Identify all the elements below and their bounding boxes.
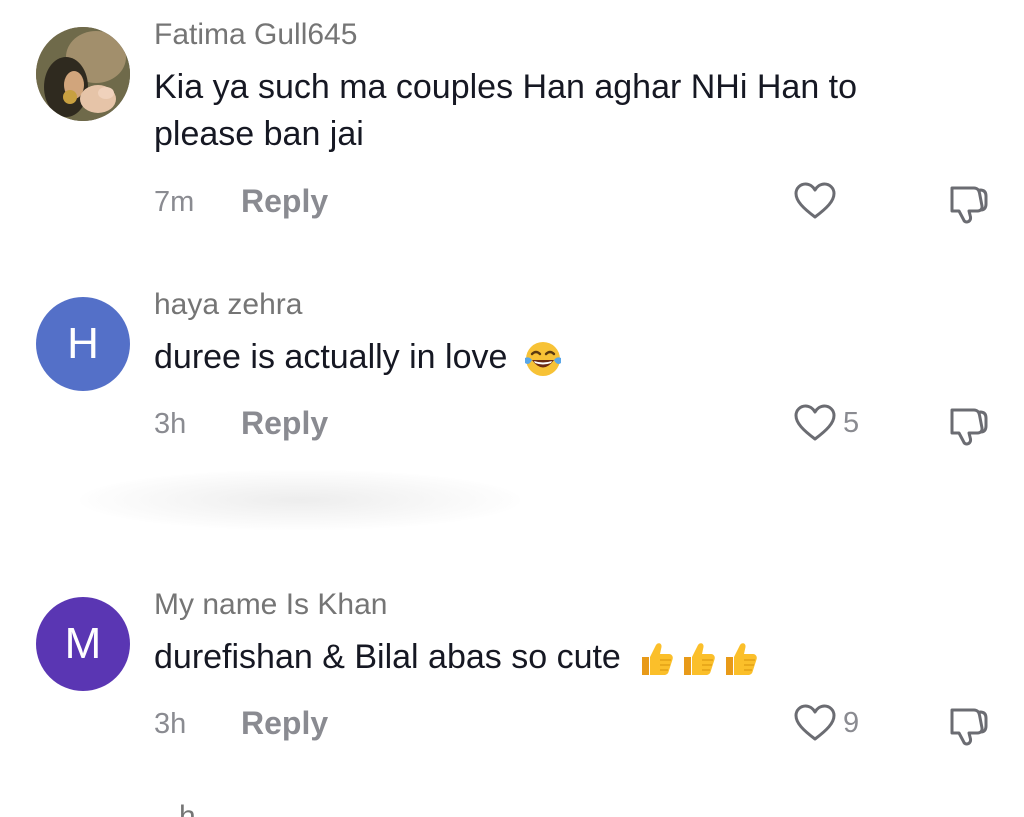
partial-next-username: ...h... [154,800,221,817]
face-with-tears-of-joy-icon [523,339,563,379]
like-button[interactable]: 5 [793,403,859,443]
thumbs-up-icon [636,639,676,679]
blurred-area [80,470,520,530]
thumbs-down-outline-icon [950,708,988,746]
avatar[interactable] [36,27,130,121]
heart-outline-icon [794,182,836,219]
dislike-button[interactable] [944,180,990,226]
thumbs-up-icon [720,639,760,679]
comment-username[interactable]: haya zehra [154,288,302,322]
comment-username[interactable]: Fatima Gull645 [154,18,357,52]
reply-button[interactable]: Reply [241,705,328,742]
comment-text: duree is actually in love [154,334,954,381]
reply-button[interactable]: Reply [241,183,328,220]
like-button[interactable]: 9 [793,703,859,743]
reply-button[interactable]: Reply [241,405,328,442]
comment-timestamp: 3h [154,408,187,440]
heart-outline-icon [794,404,836,441]
dislike-button[interactable] [944,402,990,448]
comment-timestamp: 3h [154,708,187,740]
comment-username[interactable]: My name Is Khan [154,588,387,622]
comment-text-body: durefishan & Bilal abas so cute [154,638,621,676]
thumbs-up-icon [678,639,718,679]
avatar[interactable]: H [36,297,130,391]
comment-text: durefishan & Bilal abas so cute [154,634,954,681]
avatar-letter: M [64,619,102,668]
avatar-letter: H [67,319,99,368]
like-count: 9 [843,706,860,739]
thumbs-down-outline-icon [950,186,988,224]
thumbs-down-outline-icon [950,408,988,446]
avatar[interactable]: M [36,597,130,691]
comment-text-body: duree is actually in love [154,338,508,376]
comment-timestamp: 7m [154,186,195,218]
comments-panel: Fatima Gull645 Kia ya such ma couples Ha… [0,0,1024,817]
dislike-button[interactable] [944,702,990,748]
like-count: 5 [843,406,860,439]
like-button[interactable] [793,181,843,221]
comment-text: Kia ya such ma couples Han aghar NHi Han… [154,68,858,153]
profile-photo-icon [36,27,130,121]
heart-outline-icon [794,704,836,741]
